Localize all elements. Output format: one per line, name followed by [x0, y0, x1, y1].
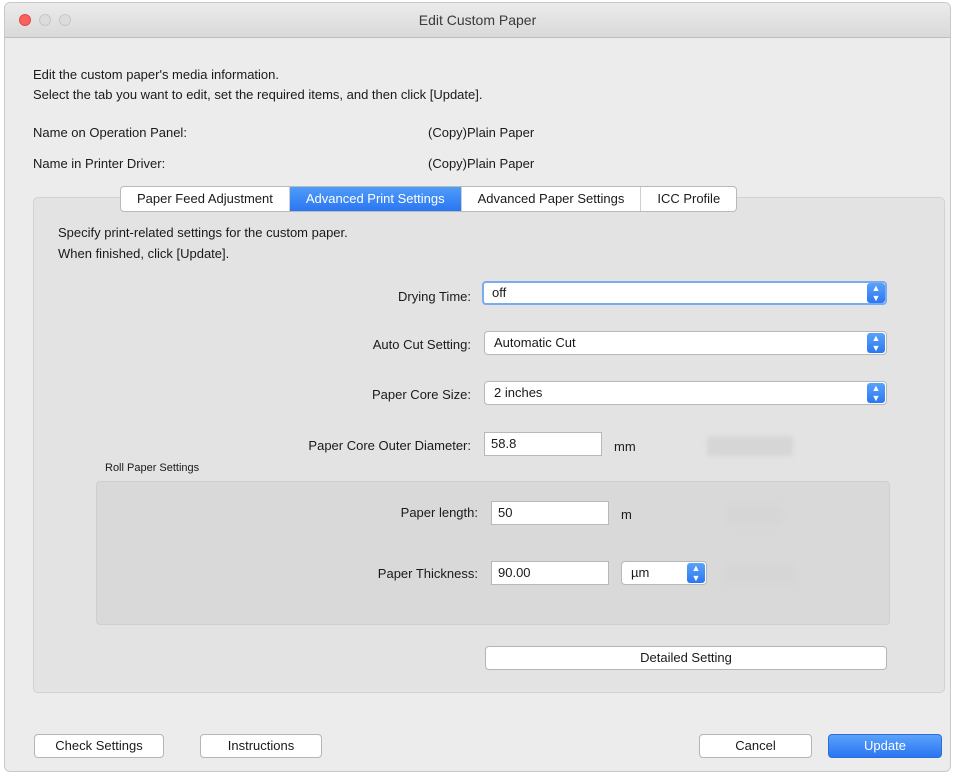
paper-core-size-label: Paper Core Size:: [372, 387, 471, 402]
intro-line-1: Edit the custom paper's media informatio…: [33, 67, 279, 82]
drying-time-select[interactable]: off ▲ ▼: [482, 281, 887, 305]
up-down-chevron-icon: ▲ ▼: [867, 383, 885, 403]
paper-core-size-select[interactable]: 2 inches ▲ ▼: [484, 381, 887, 405]
thickness-unit-value: µm: [631, 565, 650, 580]
auto-cut-select[interactable]: Automatic Cut ▲ ▼: [484, 331, 887, 355]
tab-paper-feed-adjustment[interactable]: Paper Feed Adjustment: [121, 187, 290, 211]
redacted-range-hint: [725, 564, 795, 584]
window-title: Edit Custom Paper: [418, 12, 537, 28]
update-button[interactable]: Update: [828, 734, 942, 758]
auto-cut-value: Automatic Cut: [494, 335, 576, 350]
paper-core-diameter-input[interactable]: 58.8: [484, 432, 602, 456]
detailed-setting-button[interactable]: Detailed Setting: [485, 646, 887, 670]
up-down-chevron-icon: ▲ ▼: [867, 283, 885, 303]
tab-advanced-paper-settings[interactable]: Advanced Paper Settings: [462, 187, 642, 211]
edit-custom-paper-window: Edit Custom Paper Edit the custom paper'…: [4, 2, 951, 772]
check-settings-button[interactable]: Check Settings: [34, 734, 164, 758]
operation-panel-name-label: Name on Operation Panel:: [33, 125, 187, 140]
intro-line-2: Select the tab you want to edit, set the…: [33, 87, 483, 102]
title-bar[interactable]: Edit Custom Paper: [5, 3, 950, 38]
redacted-range-hint: [707, 436, 793, 456]
paper-length-unit: m: [621, 507, 632, 522]
drying-time-label: Drying Time:: [398, 289, 471, 304]
tab-icc-profile[interactable]: ICC Profile: [641, 187, 736, 211]
thickness-unit-select[interactable]: µm ▲ ▼: [621, 561, 707, 585]
up-down-chevron-icon: ▲ ▼: [687, 563, 705, 583]
auto-cut-label: Auto Cut Setting:: [372, 337, 471, 352]
paper-core-size-value: 2 inches: [494, 385, 543, 400]
paper-thickness-label: Paper Thickness:: [377, 566, 478, 581]
printer-driver-name-value: (Copy)Plain Paper: [428, 156, 535, 171]
paper-length-label: Paper length:: [400, 505, 478, 520]
paper-core-diameter-label: Paper Core Outer Diameter:: [308, 438, 471, 453]
operation-panel-name-value: (Copy)Plain Paper: [428, 125, 535, 140]
tab-bar: Paper Feed Adjustment Advanced Print Set…: [120, 186, 738, 212]
printer-driver-name-label: Name in Printer Driver:: [33, 156, 166, 171]
drying-time-value: off: [492, 285, 507, 300]
paper-core-diameter-unit: mm: [614, 439, 636, 454]
paper-length-input[interactable]: 50: [491, 501, 609, 525]
cancel-button[interactable]: Cancel: [699, 734, 812, 758]
paper-thickness-input[interactable]: 90.00: [491, 561, 609, 585]
roll-paper-settings-title: Roll Paper Settings: [105, 462, 200, 474]
redacted-range-hint: [727, 505, 781, 525]
tab-advanced-print-settings[interactable]: Advanced Print Settings: [289, 187, 462, 211]
up-down-chevron-icon: ▲ ▼: [867, 333, 885, 353]
panel-description-2: When finished, click [Update].: [58, 246, 230, 261]
instructions-button[interactable]: Instructions: [200, 734, 322, 758]
panel-description-1: Specify print-related settings for the c…: [58, 225, 348, 240]
